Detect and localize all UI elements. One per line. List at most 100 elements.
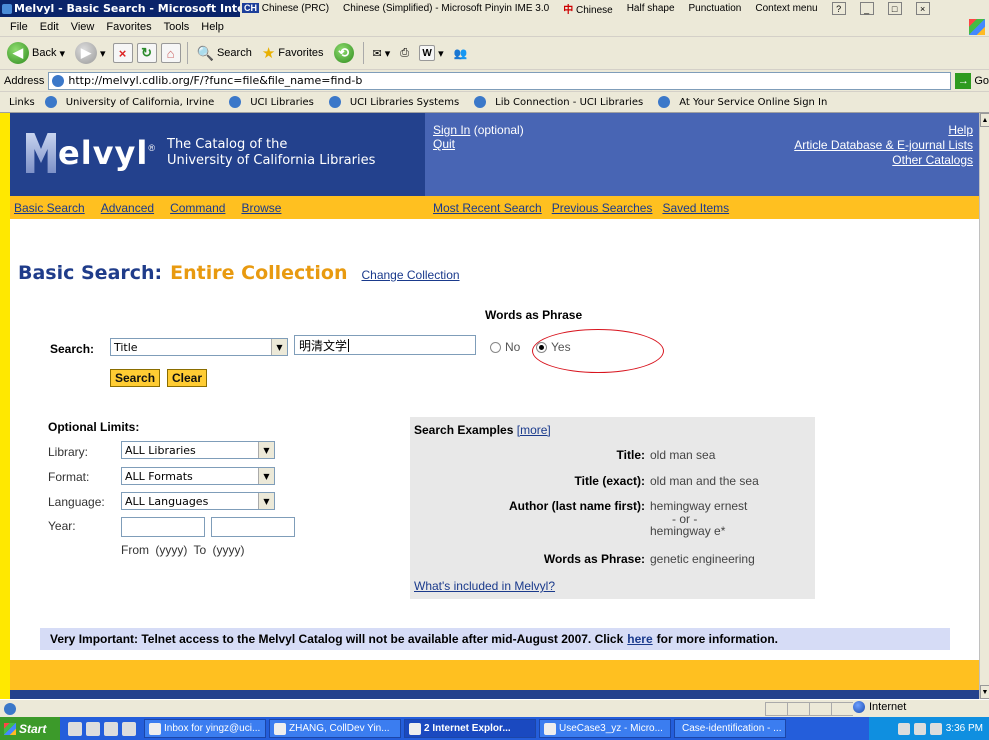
quick-launch-icon[interactable]	[86, 721, 100, 736]
taskbar-item-internet-explorer[interactable]: 2 Internet Explor...	[404, 719, 536, 738]
change-collection-link[interactable]: Change Collection	[361, 268, 459, 282]
chevron-down-icon: ▾	[100, 47, 106, 60]
search-examples-title: Search Examples	[414, 423, 514, 437]
link-uci-libraries[interactable]: UCI Libraries	[224, 96, 324, 108]
maximize-icon[interactable]: □	[887, 2, 902, 15]
clock[interactable]: 3:36 PM	[946, 723, 983, 734]
quick-launch	[60, 721, 144, 736]
address-input[interactable]: http://melvyl.cdlib.org/F/?func=file&fil…	[48, 71, 952, 90]
mail-button[interactable]: ✉ ▾	[370, 47, 394, 60]
nav-basic-search[interactable]: Basic Search	[14, 201, 85, 215]
ime-name[interactable]: Chinese (Simplified) - Microsoft Pinyin …	[343, 3, 549, 14]
ime-mode-char: 中	[563, 5, 574, 16]
search-examples-panel: Search Examples [more] Title: old man sea…	[410, 417, 815, 599]
edit-button[interactable]: W ▾	[416, 45, 447, 61]
tagline-line-2: University of California Libraries	[167, 153, 376, 168]
search-button[interactable]: 🔍 Search	[194, 45, 255, 62]
link-lib-connection[interactable]: Lib Connection - UCI Libraries	[469, 96, 653, 108]
address-url: http://melvyl.cdlib.org/F/?func=file&fil…	[68, 74, 363, 87]
quick-launch-icon[interactable]	[104, 721, 118, 736]
other-catalogs-link[interactable]: Other Catalogs	[794, 153, 973, 168]
help-icon[interactable]: ?	[831, 2, 846, 15]
signin-link[interactable]: Sign In	[433, 123, 470, 137]
search-term-input[interactable]: 明清文学	[294, 335, 476, 355]
search-label: Search:	[50, 342, 95, 356]
go-button[interactable]: → Go	[955, 72, 989, 89]
print-button[interactable]: ⎙	[397, 47, 412, 60]
page-content: elvyl ® The Catalog of the University of…	[10, 113, 979, 699]
nav-most-recent-search[interactable]: Most Recent Search	[433, 201, 542, 215]
taskbar-item-colldev[interactable]: ZHANG, CollDev Yin...	[269, 719, 401, 738]
language-label: Language:	[48, 495, 105, 509]
ime-shape-button[interactable]: Half shape	[627, 3, 675, 14]
menu-file[interactable]: File	[4, 21, 34, 33]
scroll-down-icon[interactable]: ▼	[980, 685, 989, 699]
phrase-no-label: No	[505, 340, 521, 354]
back-button[interactable]: ◀ Back ▾	[4, 42, 68, 64]
menu-tools[interactable]: Tools	[158, 21, 196, 33]
refresh-icon[interactable]: ↻	[136, 43, 157, 63]
scroll-up-icon[interactable]: ▲	[980, 113, 989, 127]
page-title-collection: Entire Collection	[170, 262, 348, 284]
address-label: Address	[4, 74, 45, 87]
back-label: Back	[32, 47, 57, 59]
year-label: Year:	[48, 519, 76, 533]
phrase-no-radio[interactable]: No	[490, 340, 520, 354]
link-uci-libraries-systems[interactable]: UCI Libraries Systems	[324, 96, 469, 108]
taskbar-item-case-identification[interactable]: Case-identification - ...	[674, 719, 786, 738]
tray-icon[interactable]	[897, 722, 910, 735]
quit-link[interactable]: Quit	[433, 137, 455, 151]
favorites-button[interactable]: ★ Favorites	[259, 44, 327, 62]
minimize-icon[interactable]: _	[859, 2, 874, 15]
nav-previous-searches[interactable]: Previous Searches	[552, 201, 653, 215]
toolbar-separator	[186, 42, 188, 64]
help-link[interactable]: Help	[794, 123, 973, 138]
year-format-hint: From (yyyy) To (yyyy)	[121, 543, 245, 557]
ime-punctuation-button[interactable]: Punctuation	[689, 3, 742, 14]
left-yellow-strip	[0, 113, 10, 699]
menu-favorites[interactable]: Favorites	[100, 21, 157, 33]
ime-context-menu-button[interactable]: Context menu	[755, 3, 817, 14]
link-uci[interactable]: University of California, Irvine	[40, 96, 225, 108]
format-select[interactable]: ALL Formats ▼	[121, 467, 275, 485]
stop-icon[interactable]: ×	[112, 43, 133, 63]
search-field-select[interactable]: Title ▼	[110, 338, 288, 356]
quick-launch-icon[interactable]	[68, 721, 82, 736]
example-key: Words as Phrase:	[543, 552, 645, 566]
menu-help[interactable]: Help	[195, 21, 230, 33]
taskbar-item-usecase3[interactable]: UseCase3_yz - Micro...	[539, 719, 671, 738]
clear-button[interactable]: Clear	[167, 369, 208, 387]
nav-saved-items[interactable]: Saved Items	[662, 201, 729, 215]
melvyl-logo[interactable]: elvyl ® The Catalog of the University of…	[26, 133, 375, 173]
menu-edit[interactable]: Edit	[34, 21, 65, 33]
year-to-input[interactable]	[211, 517, 295, 537]
library-select[interactable]: ALL Libraries ▼	[121, 441, 275, 459]
example-value: old man and the sea	[650, 474, 759, 488]
tray-icon[interactable]	[913, 722, 926, 735]
tray-icon[interactable]	[929, 722, 942, 735]
chevron-down-icon: ▼	[258, 468, 274, 484]
vertical-scrollbar[interactable]: ▲ ▼	[979, 113, 989, 699]
close-icon[interactable]: ×	[915, 2, 930, 15]
nav-advanced[interactable]: Advanced	[101, 201, 154, 215]
examples-more-link[interactable]: [more]	[517, 423, 551, 437]
menu-view[interactable]: View	[65, 21, 101, 33]
nav-browse[interactable]: Browse	[241, 201, 281, 215]
year-from-input[interactable]	[121, 517, 205, 537]
notice-here-link[interactable]: here	[627, 632, 652, 646]
history-button[interactable]: ⟲	[331, 43, 357, 63]
language-select[interactable]: ALL Languages ▼	[121, 492, 275, 510]
link-at-your-service[interactable]: At Your Service Online Sign In	[653, 96, 837, 108]
nav-command[interactable]: Command	[170, 201, 225, 215]
ime-mode-button[interactable]: 中 Chinese	[563, 1, 612, 16]
quick-launch-icon[interactable]	[122, 721, 136, 736]
article-database-link[interactable]: Article Database & E-journal Lists	[794, 138, 973, 153]
forward-button[interactable]: ▶ ▾	[72, 42, 109, 64]
home-icon[interactable]: ⌂	[160, 43, 181, 63]
start-button[interactable]: Start	[0, 717, 60, 740]
messenger-button[interactable]: 👥	[451, 47, 471, 60]
search-button[interactable]: Search	[110, 369, 161, 387]
taskbar-item-inbox[interactable]: Inbox for yingz@uci...	[144, 719, 266, 738]
whats-included-link[interactable]: What's included in Melvyl?	[414, 579, 555, 593]
ime-language-switch[interactable]: CH Chinese (PRC)	[242, 3, 329, 14]
